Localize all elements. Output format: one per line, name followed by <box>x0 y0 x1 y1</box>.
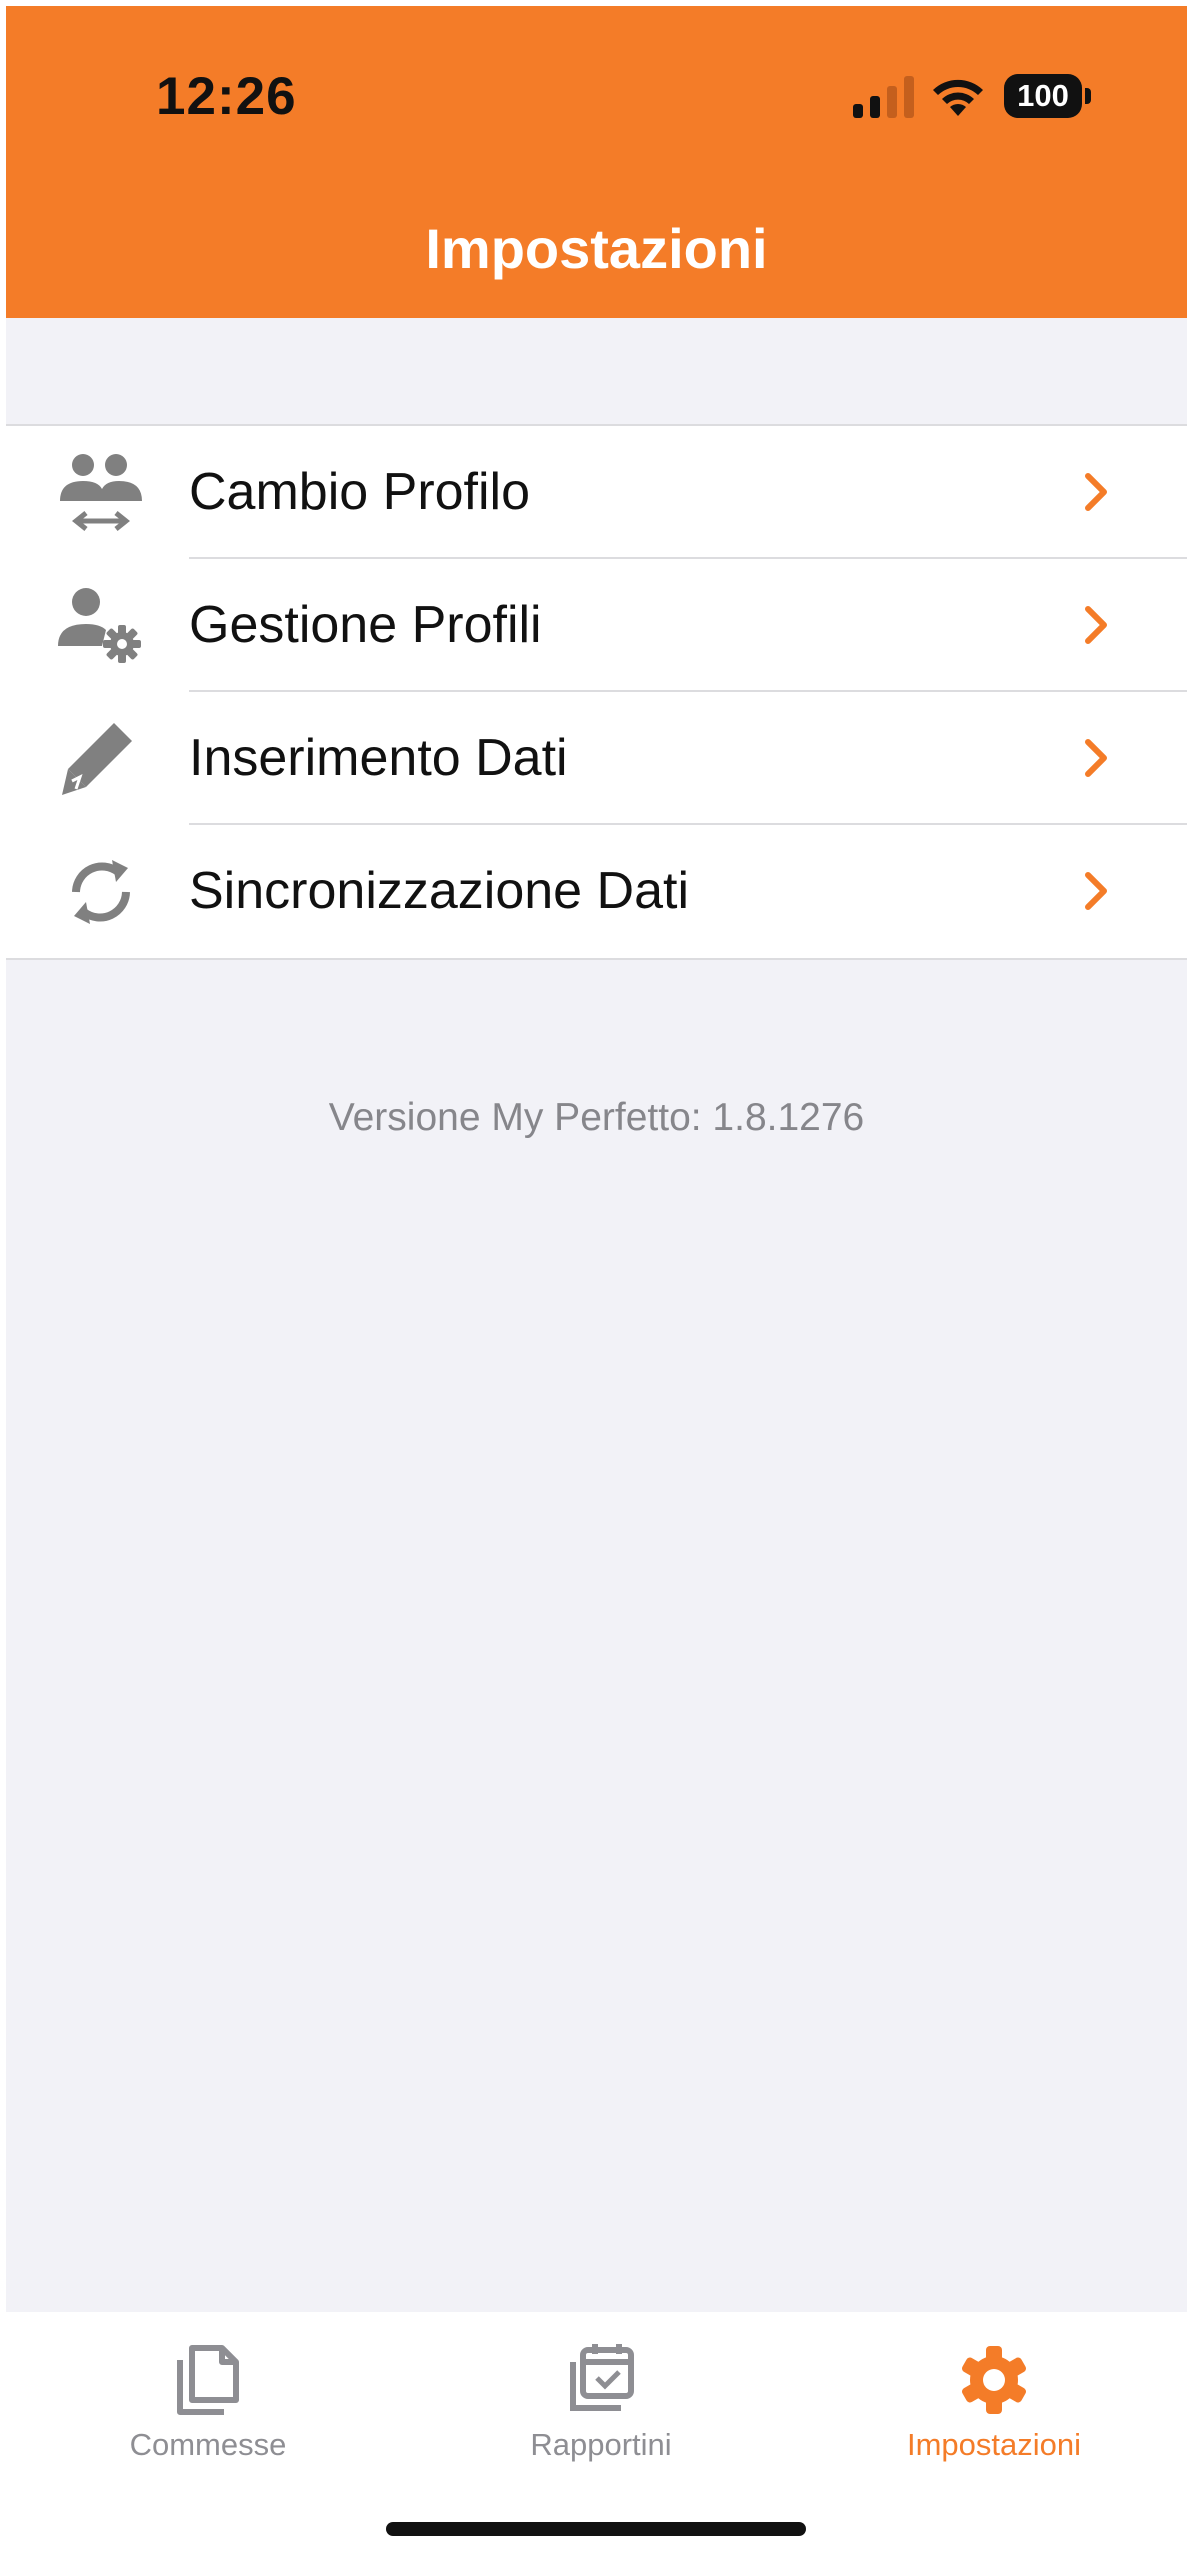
menu-item-label: Gestione Profili <box>189 596 542 654</box>
calendar-check-icon <box>570 2344 634 2411</box>
menu-item-label: Cambio Profilo <box>189 463 531 521</box>
page-title: Impostazioni <box>425 217 768 280</box>
tab-impostazioni[interactable]: Impostazioni <box>844 2312 1144 2492</box>
pencil-icon <box>62 723 132 795</box>
chevron-right-icon <box>1085 473 1107 511</box>
chevron-right-icon <box>1085 739 1107 777</box>
settings-list: Cambio Profilo Gestione Profili Inserime… <box>6 424 1187 960</box>
version-label: Versione My Perfetto: 1.8.1276 <box>328 1096 865 1139</box>
tab-commesse[interactable]: Commesse <box>58 2312 358 2492</box>
sync-icon <box>72 860 130 924</box>
tab-label: Commesse <box>129 2427 287 2462</box>
tab-label: Impostazioni <box>906 2427 1082 2462</box>
menu-item-label: Inserimento Dati <box>189 729 568 787</box>
switch-profile-icon <box>60 454 142 531</box>
menu-item-sincronizzazione-dati[interactable]: Sincronizzazione Dati <box>6 825 1187 958</box>
chevron-right-icon <box>1085 606 1107 644</box>
tab-label: Rapportini <box>530 2427 672 2462</box>
status-time: 12:26 <box>156 67 297 126</box>
cellular-signal-icon <box>853 76 914 118</box>
menu-item-gestione-profili[interactable]: Gestione Profili <box>6 559 1187 692</box>
gear-icon <box>962 2346 1026 2414</box>
tab-rapportini[interactable]: Rapportini <box>451 2312 751 2492</box>
wifi-icon <box>933 79 983 116</box>
battery-icon: 100 <box>1004 74 1094 118</box>
home-indicator <box>386 2522 806 2536</box>
chevron-right-icon <box>1085 872 1107 910</box>
menu-item-cambio-profilo[interactable]: Cambio Profilo <box>6 426 1187 559</box>
header: 12:26 100 Impostazioni <box>6 6 1187 318</box>
menu-item-inserimento-dati[interactable]: Inserimento Dati <box>6 692 1187 825</box>
documents-icon <box>177 2345 239 2415</box>
menu-item-label: Sincronizzazione Dati <box>189 862 690 920</box>
app-screen: 12:26 100 Impostazioni Cambio Profilo Ge… <box>6 6 1187 2564</box>
manage-profiles-icon <box>58 588 141 663</box>
battery-level: 100 <box>1004 74 1082 118</box>
